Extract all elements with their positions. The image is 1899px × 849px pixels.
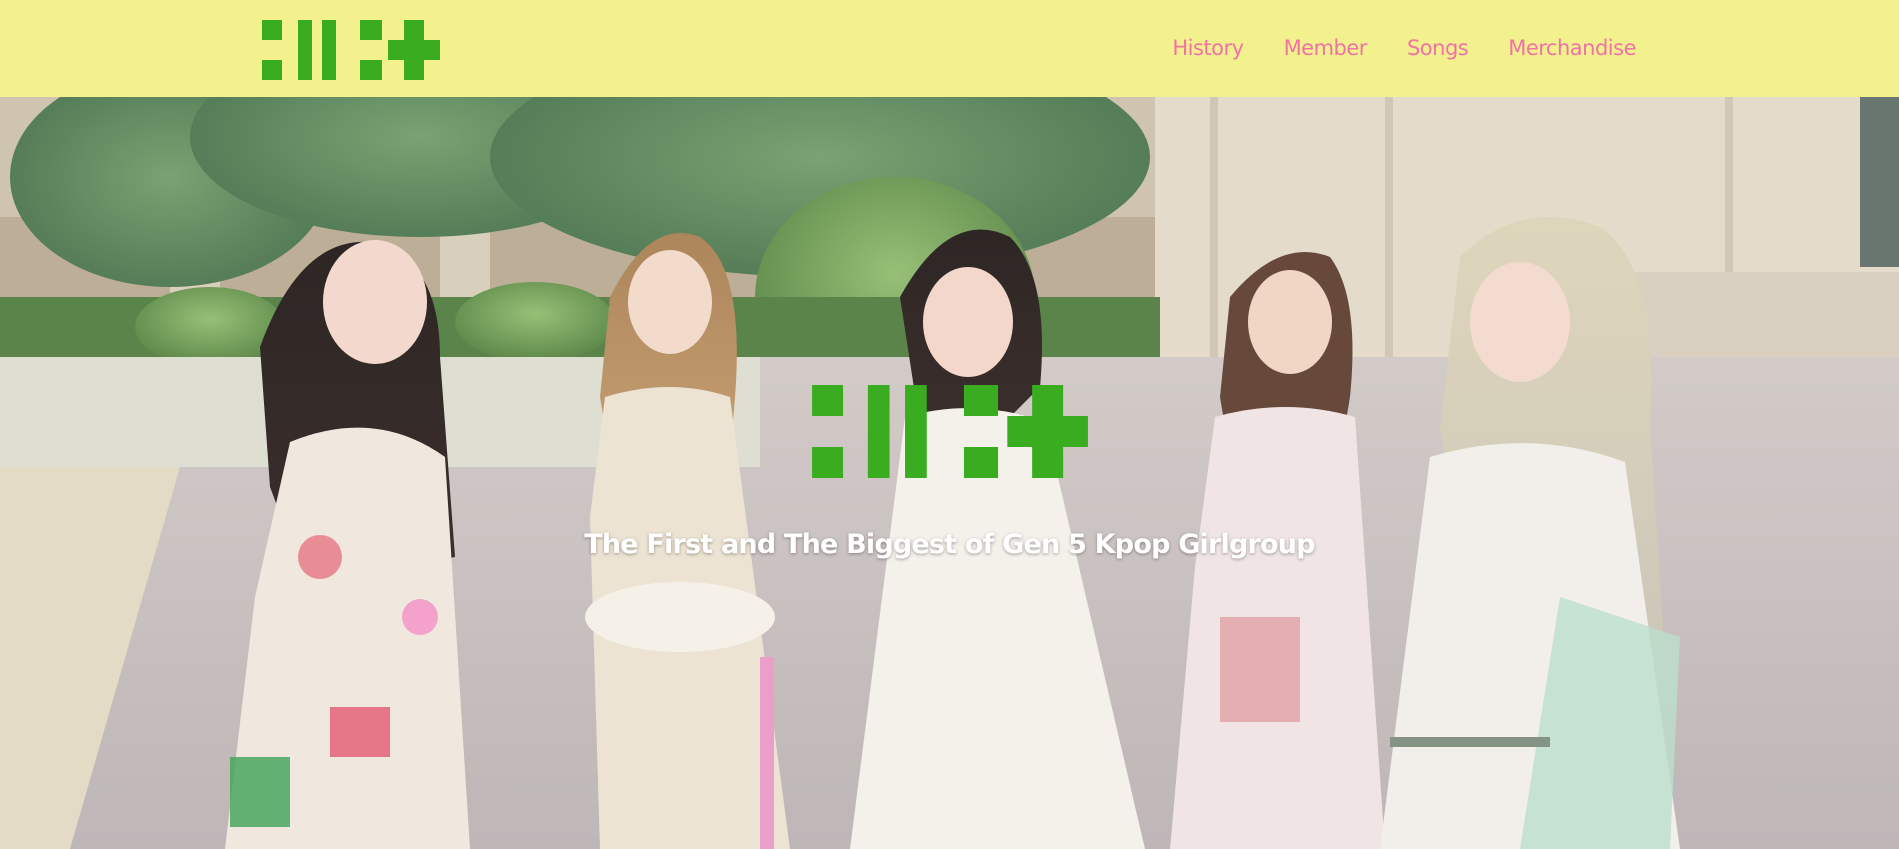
nav-member[interactable]: Member (1284, 36, 1368, 60)
hero-tagline: The First and The Biggest of Gen 5 Kpop … (584, 529, 1315, 560)
main-nav: History Member Songs Merchandise (1172, 36, 1636, 60)
hero-logo (811, 385, 1089, 478)
nav-merchandise[interactable]: Merchandise (1508, 36, 1636, 60)
page: History Member Songs Merchandise The Fir… (0, 0, 1899, 849)
nav-songs[interactable]: Songs (1407, 36, 1469, 60)
group-logo-icon (262, 20, 440, 80)
site-logo[interactable] (262, 20, 440, 80)
nav-history[interactable]: History (1172, 36, 1244, 60)
hero-section: The First and The Biggest of Gen 5 Kpop … (0, 97, 1899, 849)
site-header: History Member Songs Merchandise (0, 0, 1899, 97)
group-logo-icon (812, 385, 1088, 478)
